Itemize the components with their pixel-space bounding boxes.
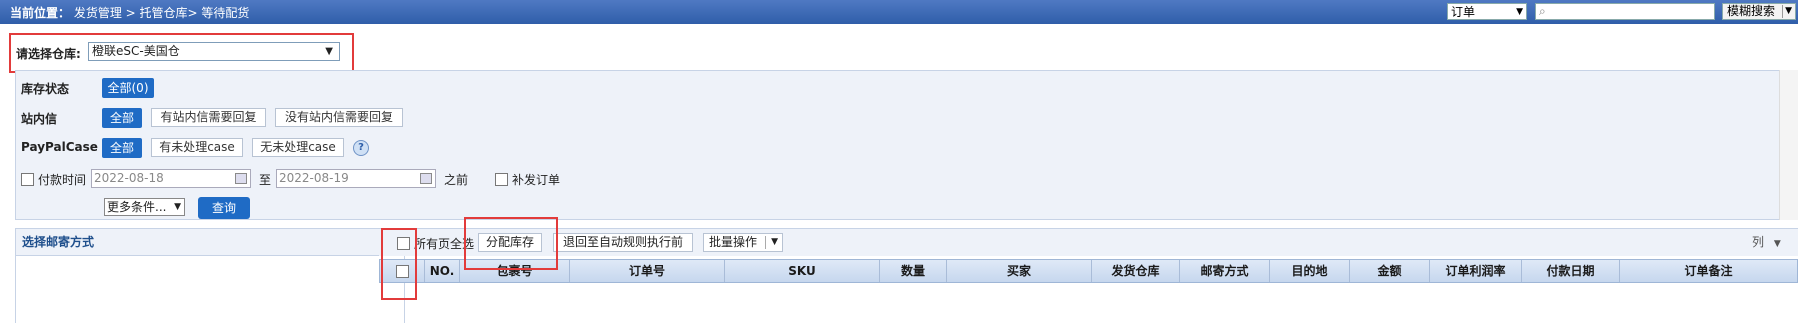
shipping-method-panel: 选择邮寄方式 bbox=[15, 228, 405, 323]
query-button[interactable]: 查询 bbox=[198, 197, 250, 219]
chevron-down-icon: ▼ bbox=[1785, 6, 1792, 16]
column-header[interactable]: 订单利润率 bbox=[1430, 260, 1522, 282]
more-conditions-select[interactable]: 更多条件... ▼ bbox=[104, 198, 185, 216]
column-header[interactable]: 买家 bbox=[947, 260, 1092, 282]
calendar-icon[interactable] bbox=[420, 173, 432, 184]
site-message-all-button[interactable]: 全部 bbox=[102, 108, 142, 128]
column-header[interactable]: 订单号 bbox=[570, 260, 725, 282]
batch-operations-button[interactable]: 批量操作 ▼ bbox=[703, 233, 783, 252]
fuzzy-search-button[interactable]: 模糊搜索 ▼ bbox=[1722, 3, 1796, 20]
column-header[interactable]: 数量 bbox=[880, 260, 947, 282]
column-header[interactable]: 付款日期 bbox=[1522, 260, 1620, 282]
columns-menu[interactable]: 列 ▼ bbox=[1752, 233, 1781, 250]
chevron-down-icon: ▼ bbox=[771, 237, 778, 247]
search-type-value: 订单 bbox=[1451, 5, 1476, 19]
paypal-case-all-button[interactable]: 全部 bbox=[102, 138, 142, 158]
warehouse-select[interactable]: 橙联eSC-美国仓 ▼ bbox=[88, 42, 340, 61]
reissue-label: 补发订单 bbox=[512, 173, 561, 187]
highlight-box-checkbox bbox=[381, 228, 417, 300]
fuzzy-search-label: 模糊搜索 bbox=[1727, 4, 1776, 18]
column-header[interactable]: 发货仓库 bbox=[1092, 260, 1180, 282]
grid-toolbar: 所有页全选 分配库存 退回至自动规则执行前 批量操作 ▼ 列 ▼ bbox=[379, 228, 1798, 256]
breadcrumb: 当前位置： 发货管理 > 托管仓库> 等待配货 bbox=[10, 4, 249, 21]
column-header[interactable]: SKU bbox=[725, 260, 880, 282]
column-header[interactable]: 目的地 bbox=[1270, 260, 1350, 282]
site-message-need-reply-button[interactable]: 有站内信需要回复 bbox=[151, 108, 266, 127]
divider bbox=[1782, 5, 1783, 18]
stock-status-label: 库存状态 bbox=[21, 82, 70, 96]
warehouse-label: 请选择仓库: bbox=[16, 47, 81, 61]
reissue-checkbox[interactable] bbox=[495, 173, 508, 186]
pay-time-label: 付款时间 bbox=[38, 173, 87, 187]
column-header[interactable]: 金额 bbox=[1350, 260, 1430, 282]
column-header[interactable]: NO. bbox=[425, 260, 460, 282]
column-header[interactable]: 订单备注 bbox=[1620, 260, 1797, 282]
before-label: 之前 bbox=[444, 173, 469, 187]
chevron-down-icon: ▼ bbox=[325, 46, 333, 57]
chevron-down-icon: ▼ bbox=[1773, 239, 1781, 249]
scrollbar[interactable] bbox=[1779, 70, 1798, 220]
filter-panel: 库存状态 全部(0) 站内信 全部 有站内信需要回复 没有站内信需要回复 Pay… bbox=[15, 70, 1796, 220]
breadcrumb-label: 当前位置： bbox=[10, 6, 71, 20]
search-icon: ⌕ bbox=[1539, 4, 1546, 18]
pay-time-from-input[interactable]: 2022-08-18 bbox=[91, 169, 251, 188]
top-bar: 当前位置： 发货管理 > 托管仓库> 等待配货 订单 ▼ ⌕ 模糊搜索 ▼ bbox=[0, 0, 1798, 24]
paypal-case-label: PayPalCase bbox=[21, 140, 98, 154]
paypal-case-none-button[interactable]: 无未处理case bbox=[252, 138, 344, 157]
search-input[interactable]: ⌕ bbox=[1535, 3, 1715, 20]
date-to-label: 至 bbox=[259, 173, 272, 187]
search-type-select[interactable]: 订单 ▼ bbox=[1447, 3, 1527, 20]
help-icon[interactable]: ? bbox=[353, 140, 369, 156]
highlight-box-allocate bbox=[464, 217, 558, 270]
chevron-down-icon: ▼ bbox=[1516, 7, 1523, 17]
stock-status-all-button[interactable]: 全部(0) bbox=[102, 78, 154, 98]
breadcrumb-path: 发货管理 > 托管仓库> 等待配货 bbox=[73, 6, 250, 20]
shipping-method-title: 选择邮寄方式 bbox=[16, 229, 404, 256]
pay-time-checkbox[interactable] bbox=[21, 173, 34, 186]
column-header[interactable]: 邮寄方式 bbox=[1180, 260, 1270, 282]
grid-header: NO. 包裹号 订单号 SKU 数量 买家 发货仓库 邮寄方式 目的地 金额 订… bbox=[379, 259, 1798, 283]
site-message-no-reply-button[interactable]: 没有站内信需要回复 bbox=[275, 108, 403, 127]
calendar-icon[interactable] bbox=[235, 173, 247, 184]
site-message-label: 站内信 bbox=[21, 112, 58, 126]
pay-time-to-input[interactable]: 2022-08-19 bbox=[276, 169, 436, 188]
warehouse-value: 橙联eSC-美国仓 bbox=[92, 44, 180, 58]
divider bbox=[765, 236, 766, 249]
revert-rule-button[interactable]: 退回至自动规则执行前 bbox=[553, 233, 693, 252]
paypal-case-unhandled-button[interactable]: 有未处理case bbox=[151, 138, 243, 157]
chevron-down-icon: ▼ bbox=[174, 202, 181, 212]
